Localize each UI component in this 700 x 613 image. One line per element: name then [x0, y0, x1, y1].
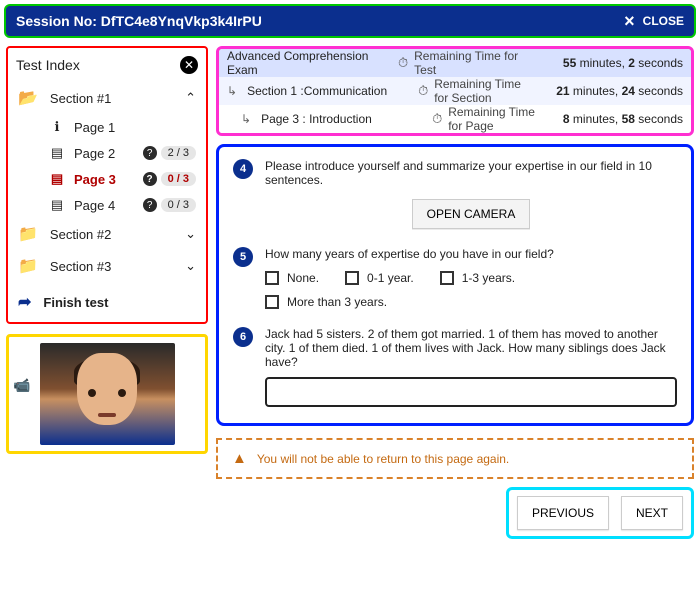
section-3-row[interactable]: 📁 Section #3 ⌄	[16, 250, 198, 282]
exam-title: Advanced Comprehension Exam	[227, 49, 392, 77]
folder-icon: 📁	[18, 256, 38, 276]
option-more-than-3-years[interactable]: More than 3 years.	[265, 295, 677, 309]
page-title: Page 3 : Introduction	[261, 112, 426, 126]
open-camera-button[interactable]: OPEN CAMERA	[412, 199, 531, 229]
question-5: 5 How many years of expertise do you hav…	[233, 247, 677, 309]
section-1-label: Section #1	[50, 91, 111, 106]
timer-section-label: Remaining Time for Section	[434, 77, 537, 105]
page-3-row[interactable]: ▤ Page 3 ? 0 / 3	[16, 166, 198, 192]
question-number-badge: 5	[233, 247, 253, 267]
indent-arrow-icon: ↳	[227, 84, 241, 98]
clock-icon: ⏱	[432, 111, 442, 127]
camera-preview-image	[40, 343, 175, 445]
clock-icon: ⏱	[418, 83, 428, 99]
camera-preview-panel: 📹	[6, 334, 208, 454]
document-icon: ▤	[50, 145, 64, 161]
finish-test-button[interactable]: ➦ Finish test	[16, 282, 198, 314]
page-2-row[interactable]: ▤ Page 2 ? 2 / 3	[16, 140, 198, 166]
session-prefix: Session No:	[16, 13, 101, 29]
next-button[interactable]: NEXT	[621, 496, 683, 530]
help-icon: ?	[143, 146, 157, 160]
finish-test-label: Finish test	[43, 295, 108, 310]
folder-icon: 📁	[18, 224, 38, 244]
test-index-panel: Test Index ✕ 📂 Section #1 ⌃ ℹ Page 1 ▤ P…	[6, 46, 208, 324]
indent-arrow-icon: ↳	[227, 112, 255, 126]
left-column: Test Index ✕ 📂 Section #1 ⌃ ℹ Page 1 ▤ P…	[6, 46, 208, 607]
recording-icon: 📹	[13, 377, 30, 394]
document-icon: ▤	[50, 171, 64, 187]
main-layout: Test Index ✕ 📂 Section #1 ⌃ ℹ Page 1 ▤ P…	[0, 42, 700, 613]
timer-section-row: ↳ Section 1 :Communication ⏱ Remaining Ti…	[219, 77, 691, 105]
timer-section-value: 21 minutes, 24 seconds	[543, 84, 683, 98]
exit-icon: ➦	[18, 292, 31, 312]
timer-test-label: Remaining Time for Test	[414, 49, 537, 77]
question-6: 6 Jack had 5 sisters. 2 of them got marr…	[233, 327, 677, 407]
close-session-button[interactable]: × CLOSE	[624, 12, 684, 30]
question-5-text: How many years of expertise do you have …	[265, 247, 677, 261]
section-3-label: Section #3	[50, 259, 111, 274]
help-icon: ?	[143, 198, 157, 212]
chevron-up-icon: ⌃	[185, 90, 196, 106]
page-1-label: Page 1	[74, 120, 115, 135]
page-4-label: Page 4	[74, 198, 115, 213]
close-icon: ×	[624, 12, 635, 30]
test-index-header: Test Index ✕	[16, 56, 198, 74]
question-6-answer-input[interactable]	[265, 377, 677, 407]
timer-test-value: 55 minutes, 2 seconds	[543, 56, 683, 70]
question-number-badge: 6	[233, 327, 253, 347]
info-icon: ℹ	[50, 119, 64, 135]
timer-page-value: 8 minutes, 58 seconds	[543, 112, 683, 126]
question-5-options: None. 0-1 year. 1-3 years. More than 3 y…	[265, 271, 677, 309]
test-index-title: Test Index	[16, 57, 80, 73]
option-0-1-year[interactable]: 0-1 year.	[345, 271, 414, 285]
timer-page-row: ↳ Page 3 : Introduction ⏱ Remaining Time …	[219, 105, 691, 133]
page-3-label: Page 3	[74, 172, 116, 187]
question-6-text: Jack had 5 sisters. 2 of them got marrie…	[265, 327, 677, 369]
session-number: Session No: DfTC4e8YnqVkp3k4IrPU	[16, 13, 262, 29]
page-3-counter: 0 / 3	[161, 172, 196, 186]
right-column: Advanced Comprehension Exam ⏱ Remaining T…	[216, 46, 694, 607]
previous-button[interactable]: PREVIOUS	[517, 496, 609, 530]
question-4-text: Please introduce yourself and summarize …	[265, 159, 677, 187]
checkbox-icon[interactable]	[345, 271, 359, 285]
checkbox-icon[interactable]	[265, 271, 279, 285]
option-none[interactable]: None.	[265, 271, 319, 285]
checkbox-icon[interactable]	[265, 295, 279, 309]
timer-panel: Advanced Comprehension Exam ⏱ Remaining T…	[216, 46, 694, 136]
section-2-row[interactable]: 📁 Section #2 ⌄	[16, 218, 198, 250]
page-2-counter: 2 / 3	[161, 146, 196, 160]
question-number-badge: 4	[233, 159, 253, 179]
page-1-row[interactable]: ℹ Page 1	[16, 114, 198, 140]
session-id: DfTC4e8YnqVkp3k4IrPU	[101, 13, 262, 29]
question-4: 4 Please introduce yourself and summariz…	[233, 159, 677, 229]
section-1-row[interactable]: 📂 Section #1 ⌃	[16, 82, 198, 114]
warning-icon: ▲	[232, 450, 247, 467]
help-icon: ?	[143, 172, 157, 186]
timer-test-row: Advanced Comprehension Exam ⏱ Remaining T…	[219, 49, 691, 77]
option-1-3-years[interactable]: 1-3 years.	[440, 271, 515, 285]
section-title: Section 1 :Communication	[247, 84, 412, 98]
chevron-down-icon: ⌄	[185, 226, 196, 242]
checkbox-icon[interactable]	[440, 271, 454, 285]
clock-icon: ⏱	[398, 55, 408, 71]
section-2-label: Section #2	[50, 227, 111, 242]
page-4-counter: 0 / 3	[161, 198, 196, 212]
nav-buttons-panel: PREVIOUS NEXT	[506, 487, 694, 539]
warning-text: You will not be able to return to this p…	[257, 452, 509, 466]
document-icon: ▤	[50, 197, 64, 213]
test-index-close-icon[interactable]: ✕	[180, 56, 198, 74]
close-label: CLOSE	[643, 14, 684, 28]
timer-page-label: Remaining Time for Page	[448, 105, 537, 133]
chevron-down-icon: ⌄	[185, 258, 196, 274]
page-2-label: Page 2	[74, 146, 115, 161]
folder-open-icon: 📂	[18, 88, 38, 108]
no-return-warning: ▲ You will not be able to return to this…	[216, 438, 694, 479]
page-4-row[interactable]: ▤ Page 4 ? 0 / 3	[16, 192, 198, 218]
questions-panel: 4 Please introduce yourself and summariz…	[216, 144, 694, 426]
session-bar: Session No: DfTC4e8YnqVkp3k4IrPU × CLOSE	[4, 4, 696, 38]
